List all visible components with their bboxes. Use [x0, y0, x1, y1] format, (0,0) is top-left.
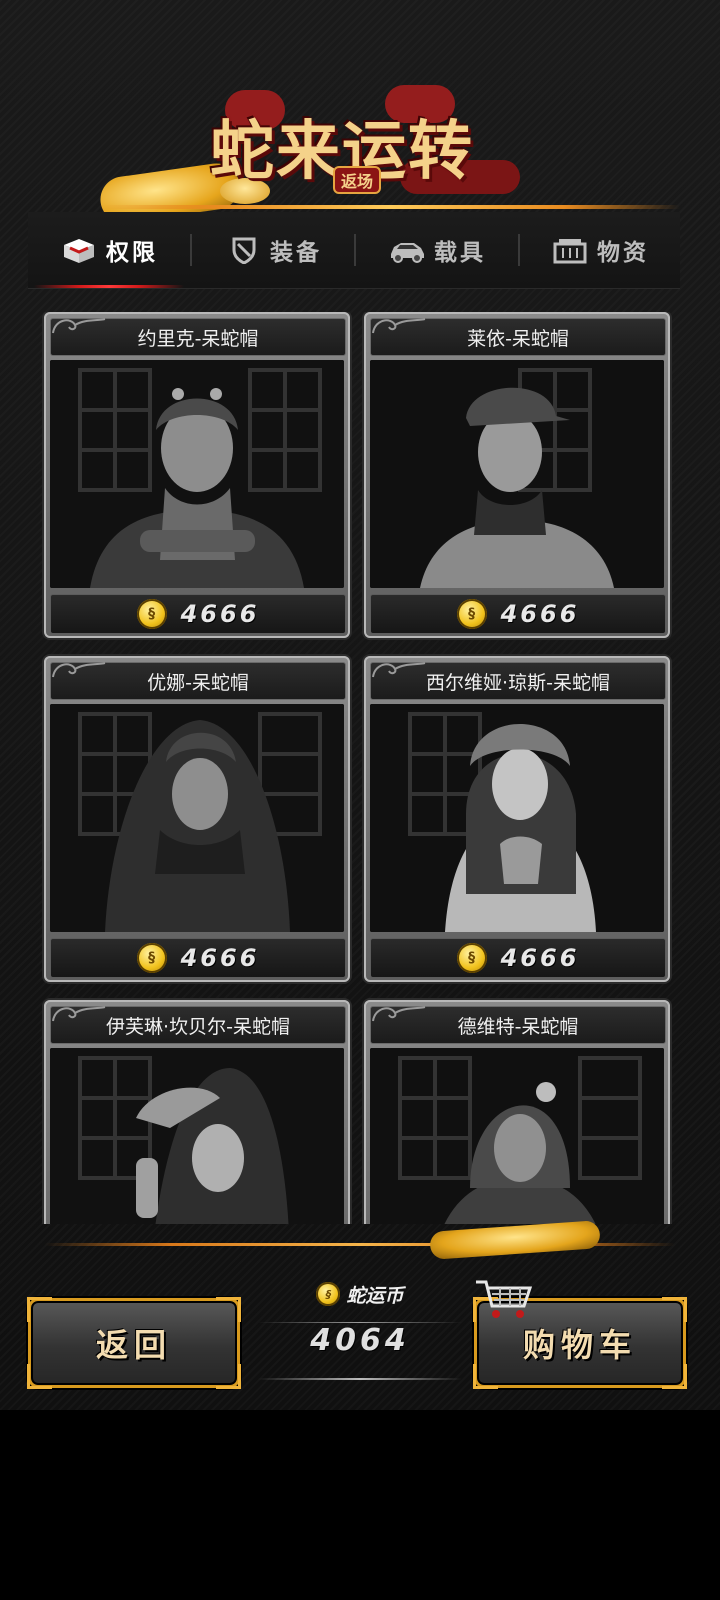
item-price-bar[interactable]: § 4666 [50, 594, 346, 634]
tab-label: 权限 [106, 240, 158, 266]
item-name: 约里克-呆蛇帽 [137, 327, 259, 350]
tab-vehicles[interactable]: 载具 [356, 212, 518, 288]
tab-supplies[interactable]: 物资 [520, 212, 680, 288]
item-name: 莱依-呆蛇帽 [467, 327, 569, 350]
title-divider [100, 205, 680, 209]
ornament-icon [372, 1006, 426, 1022]
tab-equipment[interactable]: 装备 [192, 212, 354, 288]
item-card[interactable]: 德维特-呆蛇帽 § 4666 [364, 1000, 670, 1224]
snake-coin-icon: § [316, 1282, 341, 1306]
car-icon [391, 243, 424, 263]
item-portrait [50, 1048, 344, 1224]
crate-icon [553, 239, 587, 264]
item-name-bar: 伊芙琳·坎贝尔-呆蛇帽 [50, 1006, 346, 1044]
title-banner: 蛇来运转 返场 [97, 80, 620, 226]
item-portrait [370, 360, 664, 588]
category-tabs: 权限 装备 载具 物资 [28, 212, 680, 289]
snake-coin-icon: § [456, 943, 487, 973]
item-card[interactable]: 西尔维娅·琼斯-呆蛇帽 § 4666 [364, 656, 670, 982]
item-price-bar[interactable]: § 4666 [370, 594, 666, 634]
item-price: 4666 [500, 944, 580, 972]
snake-coin-icon: § [136, 943, 167, 973]
item-portrait [370, 1048, 664, 1224]
item-price: 4666 [180, 944, 260, 972]
ornament-icon [52, 662, 106, 678]
active-tab-indicator [34, 285, 184, 288]
ornament-icon [372, 318, 426, 334]
shield-icon [232, 237, 256, 264]
item-name: 德维特-呆蛇帽 [457, 1015, 579, 1038]
golden-snake-icon [429, 1220, 601, 1260]
item-name-bar: 约里克-呆蛇帽 [50, 318, 346, 356]
item-name-bar: 莱依-呆蛇帽 [370, 318, 666, 356]
shop-page: 蛇来运转 返场 权限 装备 载具 物资 约里克-呆蛇帽 § 4666 莱依-呆蛇… [0, 0, 720, 1410]
tab-label: 载具 [434, 240, 486, 266]
item-portrait [370, 704, 664, 932]
corner-ornament [27, 1297, 52, 1322]
item-portrait [50, 360, 344, 588]
item-grid[interactable]: 约里克-呆蛇帽 § 4666 莱依-呆蛇帽 § 4666 优娜-呆蛇帽 § 46… [40, 312, 680, 1224]
currency-label: § 蛇运币 [260, 1278, 460, 1310]
snake-coin-icon: § [456, 599, 487, 629]
item-name-bar: 优娜-呆蛇帽 [50, 662, 346, 700]
item-name-bar: 西尔维娅·琼斯-呆蛇帽 [370, 662, 666, 700]
event-subtitle-badge: 返场 [333, 166, 382, 194]
back-button[interactable]: 返回 [27, 1297, 241, 1389]
item-portrait [50, 704, 344, 932]
item-price-bar[interactable]: § 4666 [370, 938, 666, 978]
corner-ornament [662, 1297, 687, 1322]
ornament-icon [372, 662, 426, 678]
item-name: 优娜-呆蛇帽 [147, 671, 249, 694]
ornament-icon [52, 318, 106, 334]
corner-ornament [216, 1364, 241, 1389]
tab-label: 装备 [270, 240, 322, 266]
item-name: 伊芙琳·坎贝尔-呆蛇帽 [106, 1015, 290, 1038]
tab-label: 物资 [597, 240, 649, 266]
shopping-cart-icon [476, 1280, 533, 1318]
tab-permissions[interactable]: 权限 [28, 212, 190, 288]
corner-ornament [473, 1364, 498, 1389]
cart-button-label: 购物车 [522, 1326, 637, 1364]
currency-balance: 4064 [310, 1322, 410, 1358]
item-card[interactable]: 伊芙琳·坎贝尔-呆蛇帽 § 4666 [44, 1000, 350, 1224]
item-price: 4666 [180, 600, 260, 628]
currency-divider [258, 1378, 462, 1380]
corner-ornament [27, 1364, 52, 1389]
item-price: 4666 [500, 600, 580, 628]
ornament-icon [52, 1006, 106, 1022]
back-button-label: 返回 [95, 1326, 172, 1364]
currency-name: 蛇运币 [346, 1284, 404, 1307]
item-card[interactable]: 约里克-呆蛇帽 § 4666 [44, 312, 350, 638]
item-name: 西尔维娅·琼斯-呆蛇帽 [426, 671, 610, 694]
snake-coin-icon: § [136, 599, 167, 629]
box-icon [64, 239, 94, 263]
corner-ornament [216, 1297, 241, 1322]
item-card[interactable]: 莱依-呆蛇帽 § 4666 [364, 312, 670, 638]
item-card[interactable]: 优娜-呆蛇帽 § 4666 [44, 656, 350, 982]
item-name-bar: 德维特-呆蛇帽 [370, 1006, 666, 1044]
corner-ornament [662, 1364, 687, 1389]
item-price-bar[interactable]: § 4666 [50, 938, 346, 978]
